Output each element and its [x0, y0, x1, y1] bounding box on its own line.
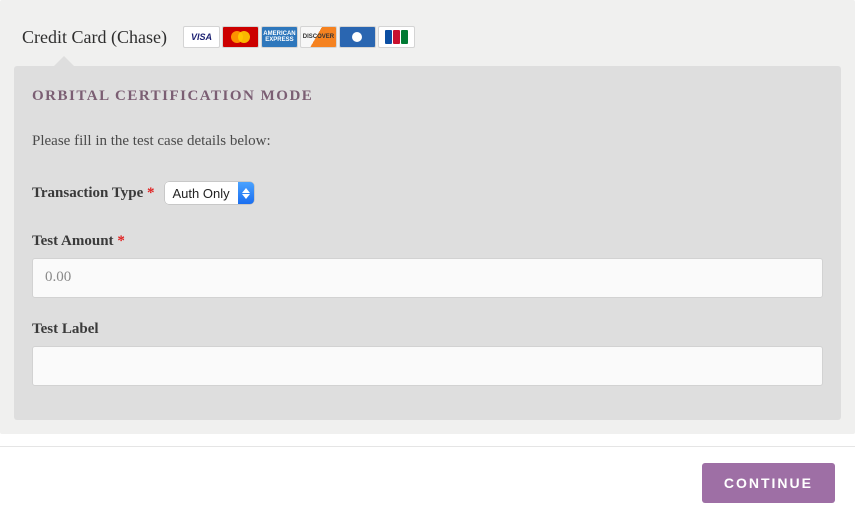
diners-club-icon [339, 26, 376, 48]
panel-header: Credit Card (Chase) VISA AMERICANEXPRESS… [14, 14, 841, 66]
discover-icon: DISCOVER [300, 26, 337, 48]
required-marker: * [117, 233, 125, 249]
required-marker: * [147, 185, 155, 201]
accepted-cards: VISA AMERICANEXPRESS DISCOVER [183, 26, 415, 48]
mastercard-icon [222, 26, 259, 48]
transaction-type-label: Transaction Type * [32, 185, 155, 202]
test-label-field: Test Label [32, 320, 823, 386]
continue-button[interactable]: CONTINUE [702, 463, 835, 503]
mode-title: ORBITAL CERTIFICATION MODE [32, 88, 823, 105]
test-amount-input[interactable] [32, 258, 823, 298]
jcb-icon [378, 26, 415, 48]
test-label-input[interactable] [32, 346, 823, 386]
amex-icon: AMERICANEXPRESS [261, 26, 298, 48]
visa-icon: VISA [183, 26, 220, 48]
payment-method-title: Credit Card (Chase) [22, 27, 167, 48]
transaction-type-selected: Auth Only [165, 182, 238, 204]
select-arrows-icon [238, 182, 254, 204]
test-amount-field: Test Amount * [32, 232, 823, 298]
transaction-type-field: Transaction Type * Auth Only [32, 182, 823, 210]
footer: CONTINUE [0, 446, 855, 525]
transaction-type-select[interactable]: Auth Only [165, 182, 254, 204]
test-amount-label: Test Amount * [32, 233, 125, 250]
payment-method-panel: Credit Card (Chase) VISA AMERICANEXPRESS… [0, 0, 855, 434]
certification-panel: ORBITAL CERTIFICATION MODE Please fill i… [14, 66, 841, 420]
test-label-label: Test Label [32, 321, 99, 338]
instruction-text: Please fill in the test case details bel… [32, 133, 823, 150]
